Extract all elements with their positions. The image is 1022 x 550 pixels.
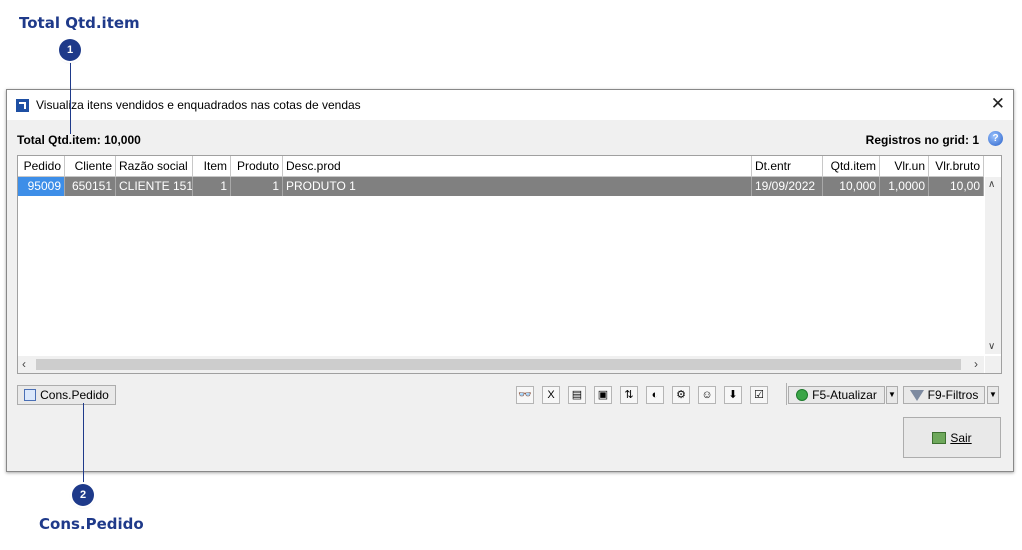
f5-atualizar-label: F5-Atualizar xyxy=(812,388,877,402)
col-cliente[interactable]: Cliente xyxy=(65,156,116,176)
title-bar[interactable]: Visualiza itens vendidos e enquadrados n… xyxy=(7,90,1013,120)
document-icon[interactable]: ▤ xyxy=(568,386,586,404)
callout-badge-1: 1 xyxy=(59,39,81,61)
window-title: Visualiza itens vendidos e enquadrados n… xyxy=(36,98,361,112)
col-qtd-item[interactable]: Qtd.item xyxy=(823,156,880,176)
scroll-left-icon[interactable]: ‹ xyxy=(22,357,26,371)
cell-qtd-item[interactable]: 10,000 xyxy=(823,177,880,196)
col-dt-entr[interactable]: Dt.entr xyxy=(752,156,823,176)
callout-title-1: Total Qtd.item xyxy=(19,14,140,32)
cell-produto[interactable]: 1 xyxy=(231,177,283,196)
cell-vlr-bruto[interactable]: 10,00 xyxy=(929,177,984,196)
vertical-scrollbar[interactable]: ∧ ∨ xyxy=(985,177,1001,354)
close-icon[interactable]: ✕ xyxy=(991,94,1005,114)
scroll-right-icon[interactable]: › xyxy=(974,357,978,371)
col-vlr-un[interactable]: Vlr.un xyxy=(880,156,929,176)
callout-line-1 xyxy=(70,61,71,134)
f9-filtros-button[interactable]: F9-Filtros xyxy=(903,386,985,404)
scroll-down-icon[interactable]: ∨ xyxy=(988,341,995,352)
scroll-corner xyxy=(985,356,1001,373)
horizontal-scrollbar[interactable]: ‹ › xyxy=(18,356,984,373)
cell-vlr-un[interactable]: 1,0000 xyxy=(880,177,929,196)
checklist-icon[interactable]: ☑ xyxy=(750,386,768,404)
cons-pedido-label: Cons.Pedido xyxy=(40,388,109,402)
image-icon[interactable]: ▣ xyxy=(594,386,612,404)
app-icon xyxy=(16,99,29,112)
col-vlr-bruto[interactable]: Vlr.bruto xyxy=(929,156,984,176)
sort-icon[interactable]: ⇅ xyxy=(620,386,638,404)
col-razao-social[interactable]: Razão social xyxy=(116,156,193,176)
cell-desc-prod[interactable]: PRODUTO 1 xyxy=(283,177,752,196)
filtros-dropdown-button[interactable]: ▼ xyxy=(987,386,999,404)
excel-icon[interactable]: X xyxy=(542,386,560,404)
cell-razao-social[interactable]: CLIENTE 151 xyxy=(116,177,193,196)
col-pedido[interactable]: Pedido xyxy=(18,156,65,176)
filter-icon xyxy=(909,389,924,401)
total-qtd-item: Total Qtd.item: 10,000 xyxy=(17,133,141,147)
dialog-window: Visualiza itens vendidos e enquadrados n… xyxy=(6,89,1014,472)
callout-line-2 xyxy=(83,403,84,484)
cell-cliente[interactable]: 650151 xyxy=(65,177,116,196)
sair-label: Sair xyxy=(950,430,972,445)
horizontal-scroll-thumb[interactable] xyxy=(36,359,961,370)
table-row[interactable]: 95009 650151 CLIENTE 151 1 1 PRODUTO 1 1… xyxy=(18,177,984,196)
items-grid[interactable]: Pedido Cliente Razão social Item Produto… xyxy=(17,155,1002,374)
palette-icon[interactable]: ◐ xyxy=(646,386,664,404)
cell-pedido[interactable]: 95009 xyxy=(18,177,65,196)
toolbar-separator xyxy=(786,383,787,405)
help-icon[interactable]: ? xyxy=(988,131,1003,146)
col-produto[interactable]: Produto xyxy=(231,156,283,176)
sair-button[interactable]: Sair xyxy=(903,417,1001,458)
f9-filtros-label: F9-Filtros xyxy=(927,388,979,402)
gear-icon[interactable]: ⚙ xyxy=(672,386,690,404)
callout-title-2: Cons.Pedido xyxy=(39,515,144,533)
col-desc-prod[interactable]: Desc.prod xyxy=(283,156,752,176)
magnifier-icon xyxy=(24,389,37,401)
exit-icon xyxy=(932,431,947,444)
cell-item[interactable]: 1 xyxy=(193,177,231,196)
grid-header: Pedido Cliente Razão social Item Produto… xyxy=(18,156,984,177)
glasses-icon[interactable]: 👓 xyxy=(516,386,534,404)
export-icon[interactable]: ⬇ xyxy=(724,386,742,404)
atualizar-dropdown-button[interactable]: ▼ xyxy=(886,386,898,404)
col-item[interactable]: Item xyxy=(193,156,231,176)
cell-dt-entr[interactable]: 19/09/2022 xyxy=(752,177,823,196)
users-icon[interactable]: ☺ xyxy=(698,386,716,404)
cons-pedido-button[interactable]: Cons.Pedido xyxy=(17,385,116,405)
scroll-up-icon[interactable]: ∧ xyxy=(988,179,995,190)
registros-count: Registros no grid: 1 xyxy=(865,133,979,147)
refresh-icon xyxy=(796,389,809,401)
f5-atualizar-button[interactable]: F5-Atualizar xyxy=(788,386,885,404)
callout-badge-2: 2 xyxy=(72,484,94,506)
